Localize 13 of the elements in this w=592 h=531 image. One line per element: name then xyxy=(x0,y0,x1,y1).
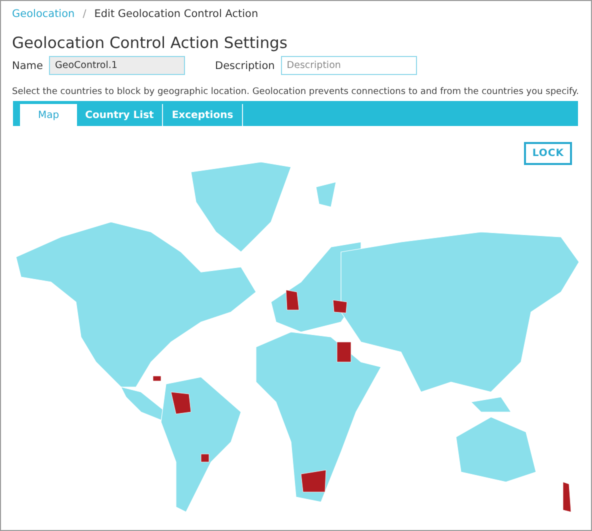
page-title: Geolocation Control Action Settings xyxy=(12,34,288,52)
world-map-drawing[interactable] xyxy=(16,162,579,512)
breadcrumb-current: Edit Geolocation Control Action xyxy=(94,8,258,20)
tab[interactable]: Exceptions xyxy=(163,104,243,126)
field-label: Description xyxy=(214,60,275,72)
breadcrumb-link[interactable]: Geolocation xyxy=(12,8,75,20)
tab[interactable]: Map xyxy=(20,104,77,126)
field-label: Name xyxy=(12,60,43,72)
breadcrumb-separator: / xyxy=(82,8,86,20)
lock-button[interactable]: LOCK xyxy=(524,142,572,165)
instructions-text: Select the countries to block by geographic location. Geolocation prevents connections to and from the countries you specify. xyxy=(12,87,580,97)
tab[interactable]: Country List xyxy=(77,104,163,126)
description-field[interactable]: Description xyxy=(280,56,417,75)
